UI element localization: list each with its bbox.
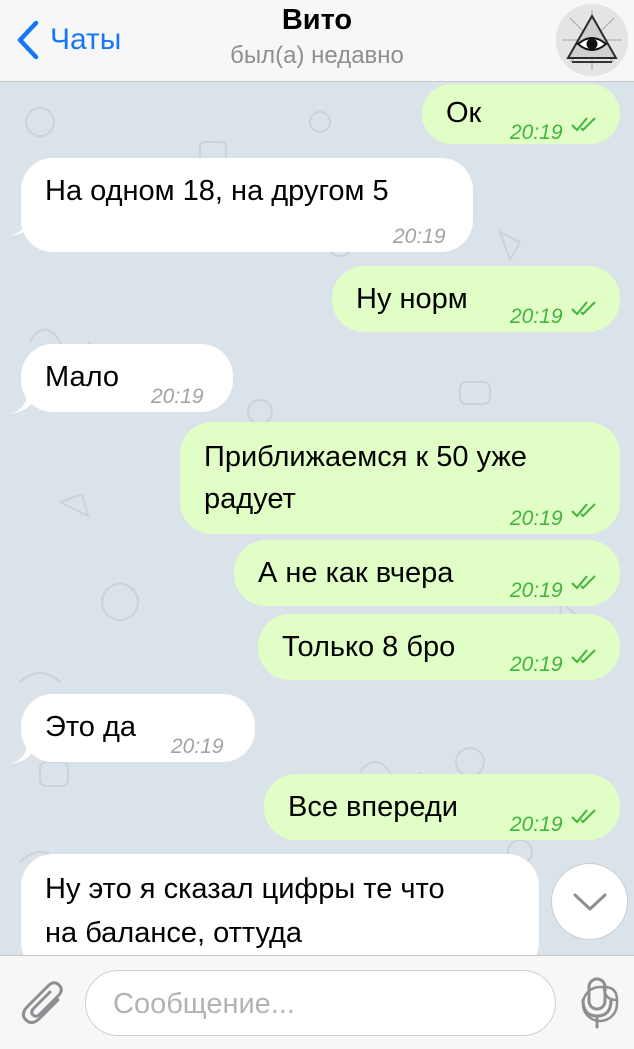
message-outgoing[interactable]: Ок 20:19 — [422, 84, 620, 144]
message-text: На одном 18, на другом 5 — [45, 175, 389, 207]
message-outgoing[interactable]: Только 8 бро 20:19 — [258, 614, 620, 680]
message-text-line: на балансе, оттуда — [45, 917, 303, 949]
paperclip-icon[interactable] — [20, 978, 66, 1028]
message-incoming[interactable]: Это да 20:19 — [21, 694, 255, 762]
double-check-icon — [571, 809, 596, 824]
microphone-icon[interactable] — [580, 976, 614, 1030]
message-text: Ок — [446, 97, 482, 129]
double-check-icon — [571, 649, 596, 664]
message-time: 20:19 — [393, 225, 446, 248]
message-text: Все впереди — [288, 791, 459, 823]
avatar[interactable] — [556, 4, 628, 76]
message-input-field[interactable] — [85, 970, 619, 1036]
scroll-to-bottom-button[interactable] — [552, 864, 627, 939]
message-time: 20:19 — [510, 305, 563, 328]
message-time: 20:19 — [151, 385, 204, 408]
message-incoming[interactable]: На одном 18, на другом 5 20:19 — [21, 158, 473, 252]
message-time: 20:19 — [510, 121, 563, 144]
message-text: Ну норм — [356, 283, 468, 315]
message-text: Мало — [45, 361, 119, 393]
message-text: Только 8 бро — [282, 631, 456, 663]
message-text-line: радует — [204, 483, 296, 515]
message-input[interactable] — [111, 981, 485, 1027]
message-time: 20:19 — [510, 813, 563, 836]
contact-status: был(а) недавно — [230, 42, 404, 69]
message-incoming[interactable]: Мало 20:19 — [21, 344, 233, 412]
message-text-line: Приближаемся к 50 уже — [204, 441, 527, 473]
message-outgoing[interactable]: Приближаемся к 50 уже радует 20:19 — [180, 422, 620, 534]
message-text-line: Ну это я сказал цифры те что — [45, 873, 445, 905]
double-check-icon — [571, 503, 596, 518]
message-outgoing[interactable]: Ну норм 20:19 — [332, 266, 620, 332]
avatar-eye-pyramid-icon — [556, 4, 628, 76]
message-time: 20:19 — [171, 735, 224, 758]
double-check-icon — [571, 575, 596, 590]
double-check-icon — [571, 117, 596, 132]
message-incoming[interactable]: Ну это я сказал цифры те что на балансе,… — [21, 854, 539, 955]
message-time: 20:19 — [510, 507, 563, 530]
message-text: Это да — [45, 711, 137, 743]
chat-header: Чаты Вито был(а) недавно — [0, 0, 634, 82]
message-time: 20:19 — [510, 653, 563, 676]
message-text: А не как вчера — [258, 557, 454, 589]
message-outgoing[interactable]: А не как вчера 20:19 — [234, 540, 620, 606]
contact-name[interactable]: Вито — [0, 4, 634, 37]
message-time: 20:19 — [510, 579, 563, 602]
chat-area[interactable]: Ок 20:19 На одном 18, на другом 5 20:19 … — [0, 82, 634, 955]
double-check-icon — [571, 301, 596, 316]
message-outgoing[interactable]: Все впереди 20:19 — [264, 774, 620, 840]
message-composer — [0, 955, 634, 1049]
chevron-down-icon — [573, 893, 606, 910]
